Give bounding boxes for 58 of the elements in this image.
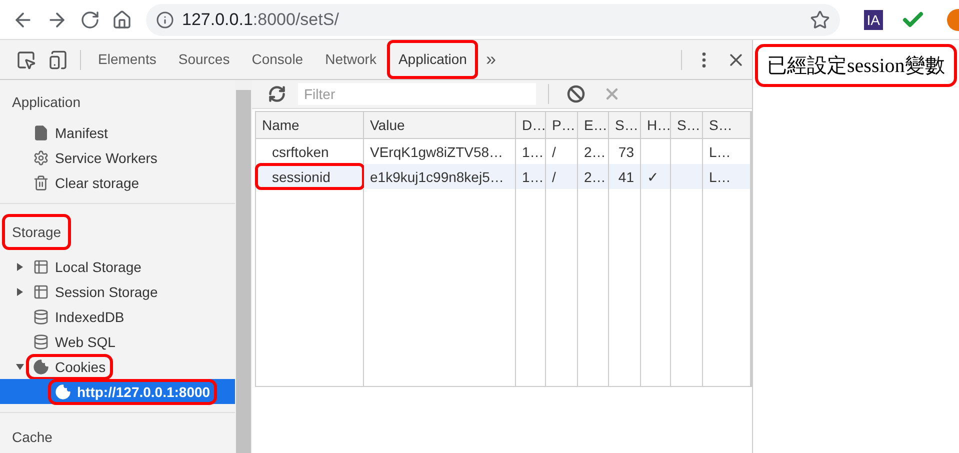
table-cell: 2… xyxy=(578,164,609,189)
filter-field[interactable]: Filter xyxy=(298,83,536,105)
settings-icon xyxy=(33,150,49,166)
table-cell: csrftoken xyxy=(256,139,364,164)
sidebar-item[interactable]: Session Storage xyxy=(29,282,162,302)
extension-button[interactable]: IA xyxy=(864,10,883,30)
column-header[interactable]: P… xyxy=(546,112,578,139)
scrollbar[interactable] xyxy=(235,80,252,453)
column-header[interactable]: Name xyxy=(256,112,364,139)
home-icon[interactable] xyxy=(112,10,132,30)
table-cell: 41 xyxy=(609,164,641,189)
more-tabs-button[interactable]: » xyxy=(478,49,504,70)
sidebar-item[interactable]: Service Workers xyxy=(29,148,162,168)
sidebar-item[interactable]: Local Storage xyxy=(29,256,146,276)
column-header[interactable]: Value xyxy=(364,112,516,139)
table-cell: ✓ xyxy=(641,164,671,189)
column-header[interactable]: S… xyxy=(703,112,751,139)
devtools-tab[interactable]: Sources xyxy=(167,40,241,79)
star-icon[interactable] xyxy=(810,10,830,30)
sidebar-item[interactable]: Cookies xyxy=(29,356,110,376)
table-icon xyxy=(33,284,49,300)
devtools-tab[interactable]: Console xyxy=(240,40,314,79)
devtools-tab[interactable]: Elements xyxy=(87,40,168,79)
sidebar-item[interactable]: Clear storage xyxy=(29,172,144,192)
column-header[interactable]: H… xyxy=(641,112,671,139)
reload-icon[interactable] xyxy=(80,10,100,30)
caret-icon[interactable] xyxy=(16,262,24,270)
devtools-tab[interactable]: Application xyxy=(387,40,478,79)
database-icon xyxy=(33,308,49,324)
url-host: 127.0.0.1 xyxy=(182,10,253,30)
table-cell: 1… xyxy=(516,164,546,189)
table-cell: / xyxy=(546,164,578,189)
column-header[interactable]: D… xyxy=(516,112,546,139)
sidebar-item[interactable]: Manifest xyxy=(29,122,112,142)
file-icon xyxy=(33,124,49,140)
devtools-tab[interactable]: Network xyxy=(314,40,388,79)
section-title: Application xyxy=(11,93,82,112)
table-icon xyxy=(33,258,49,274)
column-header[interactable]: E… xyxy=(578,112,609,139)
cookie-icon xyxy=(33,358,49,374)
table-cell: sessionid xyxy=(256,164,364,189)
address-bar[interactable]: 127.0.0.1:8000/setS/ xyxy=(146,4,840,36)
table-cell: e1k9kuj1c99n8kej5… xyxy=(364,164,516,189)
sidebar-item[interactable]: IndexedDB xyxy=(29,306,128,326)
cookie-icon xyxy=(55,384,71,400)
column-header[interactable]: S… xyxy=(671,112,703,139)
section-title: Storage xyxy=(4,216,70,248)
section-title: Cache xyxy=(11,428,54,447)
database-icon xyxy=(33,334,49,350)
table-cell: L… xyxy=(703,164,751,189)
url-path: :8000/setS/ xyxy=(252,10,339,30)
column-header[interactable]: S… xyxy=(609,112,641,139)
sidebar-item[interactable]: http://127.0.0.1:8000 xyxy=(51,382,214,402)
caret-icon[interactable] xyxy=(16,288,24,296)
sidebar-item[interactable]: Web SQL xyxy=(29,332,120,352)
info-icon[interactable] xyxy=(156,10,174,28)
trash-icon xyxy=(33,174,49,190)
caret-icon[interactable] xyxy=(16,362,24,370)
